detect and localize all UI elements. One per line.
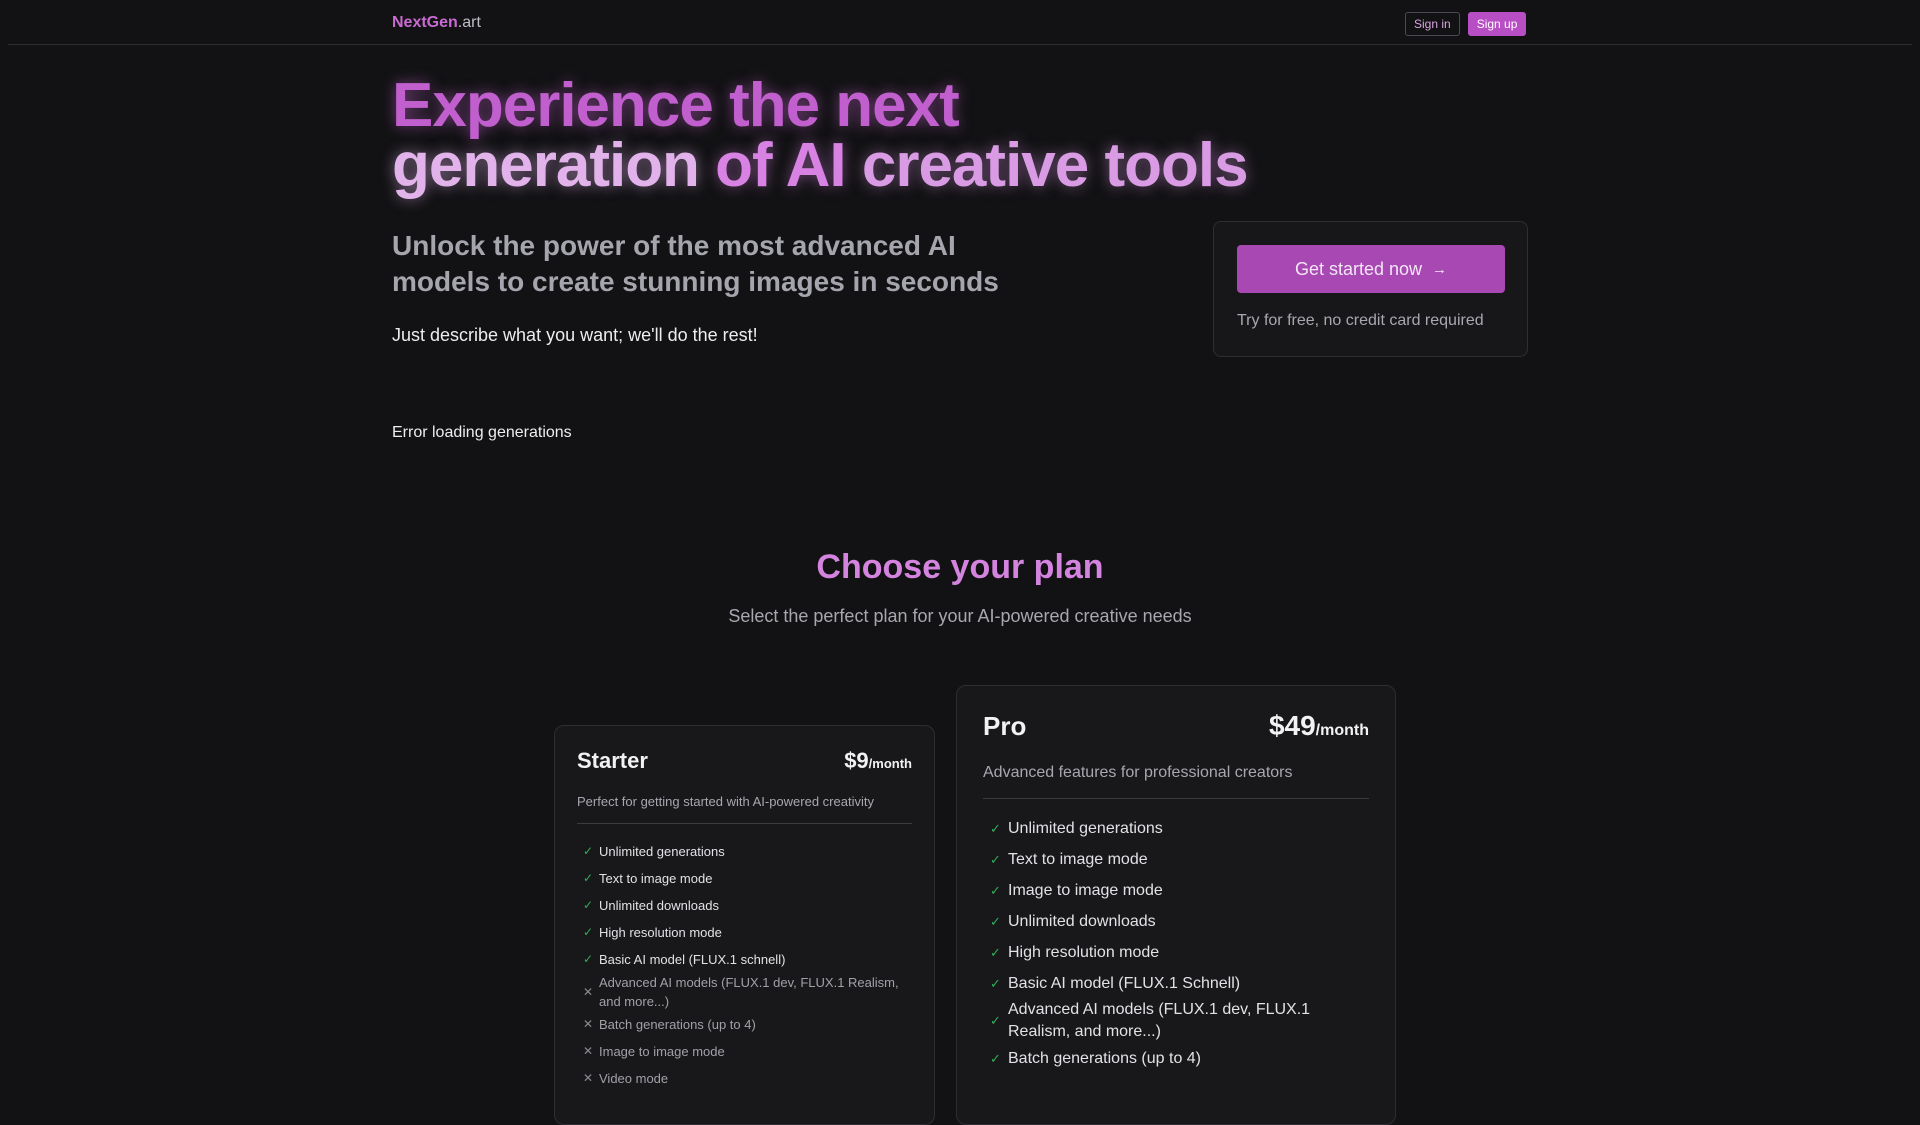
- check-icon: ✓: [990, 1013, 1001, 1028]
- feature-item: ✓ Text to image mode: [983, 844, 1369, 875]
- feature-text: Text to image mode: [1008, 850, 1148, 868]
- brand-suffix: .art: [457, 14, 481, 31]
- feature-item: ✕ Image to image mode: [577, 1038, 912, 1065]
- cta-note: Try for free, no credit card required: [1237, 312, 1484, 329]
- check-icon: ✓: [990, 851, 1001, 867]
- feature-list: ✓ Unlimited generations ✓ Text to image mod…: [577, 838, 912, 1092]
- feature-text: High resolution mode: [599, 925, 722, 940]
- check-icon: ✓: [990, 882, 1001, 898]
- feature-item: ✓ Unlimited downloads: [577, 892, 912, 919]
- check-icon: ✓: [990, 944, 1001, 960]
- plan-price: $9/month: [844, 748, 912, 774]
- feature-item: ✓ Basic AI model (FLUX.1 Schnell): [983, 968, 1369, 999]
- feature-item: ✕ Batch generations (up to 4): [577, 1011, 912, 1038]
- plan-price-period: /month: [1315, 722, 1369, 739]
- plan-name: Pro: [983, 711, 1027, 741]
- plans-subtitle: Select the perfect plan for your AI-powe…: [728, 606, 1192, 626]
- sign-up-button[interactable]: Sign up: [1467, 12, 1527, 36]
- feature-list: ✓ Unlimited generations ✓ Text to image mod…: [983, 813, 1369, 1074]
- plan-card-starter-content: Starter $9/month Perfect for getting sta…: [577, 748, 912, 1092]
- hero-title-part4: creative tools: [861, 131, 1249, 200]
- plan-card-pro-content: Pro $49/month Advanced features for prof…: [983, 710, 1369, 1074]
- feature-item: ✓ Image to image mode: [983, 875, 1369, 906]
- feature-item: ✓ Batch generations (up to 4): [983, 1043, 1369, 1074]
- plan-header: Pro $49/month: [983, 710, 1369, 742]
- feature-text: Basic AI model (FLUX.1 schnell): [599, 952, 786, 967]
- check-icon: ✓: [990, 975, 1001, 991]
- feature-item: ✓ Unlimited generations: [983, 813, 1369, 844]
- get-started-button[interactable]: Get started now →: [1237, 245, 1505, 293]
- plan-divider: [983, 798, 1369, 799]
- generations-error-message: Error loading generations: [392, 424, 572, 441]
- plan-description: Perfect for getting started with AI-powe…: [577, 794, 874, 809]
- plan-price-period: /month: [868, 756, 912, 771]
- arrow-right-icon: →: [1432, 260, 1448, 278]
- feature-text: Image to image mode: [1008, 881, 1163, 899]
- feature-item: ✓ High resolution mode: [983, 937, 1369, 968]
- feature-text: Advanced AI models (FLUX.1 dev, FLUX.1 R…: [599, 975, 899, 1009]
- plan-price: $49/month: [1269, 710, 1369, 742]
- feature-text: High resolution mode: [1008, 943, 1160, 961]
- hero-subtitle: Unlock the power of the most advanced AI…: [392, 230, 999, 297]
- feature-text: Unlimited generations: [1008, 819, 1163, 837]
- feature-text: Batch generations (up to 4): [1008, 1049, 1202, 1067]
- feature-item: ✓ Unlimited downloads: [983, 906, 1369, 937]
- feature-item: ✓ Basic AI model (FLUX.1 schnell): [577, 946, 912, 973]
- cross-icon: ✕: [582, 1071, 594, 1085]
- cross-icon: ✕: [582, 984, 594, 999]
- check-icon: ✓: [990, 1050, 1001, 1066]
- hero-title-part3: of AI: [698, 131, 862, 200]
- brand-logo[interactable]: NextGen.art: [392, 14, 481, 32]
- plan-card-starter: Starter $9/month Perfect for getting sta…: [554, 725, 935, 1125]
- brand-name: NextGen: [392, 14, 458, 31]
- feature-text: Advanced AI models (FLUX.1 dev, FLUX.1 R…: [1008, 1001, 1311, 1040]
- feature-item: ✓ Text to image mode: [577, 865, 912, 892]
- cta-card: Get started now → Try for free, no credi…: [1213, 221, 1528, 357]
- cross-icon: ✕: [582, 1017, 594, 1031]
- feature-text: Unlimited downloads: [1008, 912, 1156, 930]
- top-navbar: NextGen.art Sign in Sign up: [8, 0, 1912, 45]
- feature-item: ✓ Advanced AI models (FLUX.1 dev, FLUX.1 …: [983, 999, 1369, 1043]
- feature-text: Unlimited generations: [599, 844, 725, 859]
- feature-text: Batch generations (up to 4): [599, 1017, 756, 1032]
- check-icon: ✓: [582, 844, 594, 858]
- plan-description: Advanced features for professional creat…: [983, 764, 1293, 781]
- auth-buttons: Sign in Sign up: [1405, 12, 1527, 36]
- plan-price-amount: $9: [844, 748, 869, 773]
- hero-tagline: Just describe what you want; we'll do th…: [392, 325, 758, 345]
- feature-text: Text to image mode: [599, 871, 713, 886]
- plan-card-pro: Pro $49/month Advanced features for prof…: [956, 685, 1396, 1125]
- feature-item: ✓ High resolution mode: [577, 919, 912, 946]
- plan-price-amount: $49: [1268, 710, 1316, 741]
- get-started-label: Get started now: [1294, 258, 1423, 279]
- feature-text: Image to image mode: [599, 1044, 725, 1059]
- feature-item: ✕ Video mode: [577, 1065, 912, 1092]
- plan-name: Starter: [577, 748, 648, 773]
- feature-item: ✓ Unlimited generations: [577, 838, 912, 865]
- cross-icon: ✕: [582, 1044, 594, 1058]
- check-icon: ✓: [582, 952, 594, 966]
- check-icon: ✓: [990, 913, 1001, 929]
- feature-text: Unlimited downloads: [599, 898, 719, 913]
- sign-in-button[interactable]: Sign in: [1405, 12, 1460, 36]
- check-icon: ✓: [990, 820, 1001, 836]
- check-icon: ✓: [582, 925, 594, 939]
- check-icon: ✓: [582, 871, 594, 885]
- feature-text: Basic AI model (FLUX.1 Schnell): [1008, 974, 1241, 992]
- feature-item: ✕ Advanced AI models (FLUX.1 dev, FLUX.1 …: [577, 973, 912, 1011]
- feature-text: Video mode: [599, 1071, 669, 1086]
- plan-divider: [577, 823, 912, 824]
- plan-header: Starter $9/month: [577, 748, 912, 774]
- hero-title-part2: generation: [392, 131, 700, 200]
- check-icon: ✓: [582, 898, 594, 912]
- hero-title-part1: Experience the next: [392, 71, 960, 140]
- hero-title: Experience the next generation of AI cre…: [392, 75, 1392, 197]
- plans-title: Choose your plan: [816, 548, 1104, 586]
